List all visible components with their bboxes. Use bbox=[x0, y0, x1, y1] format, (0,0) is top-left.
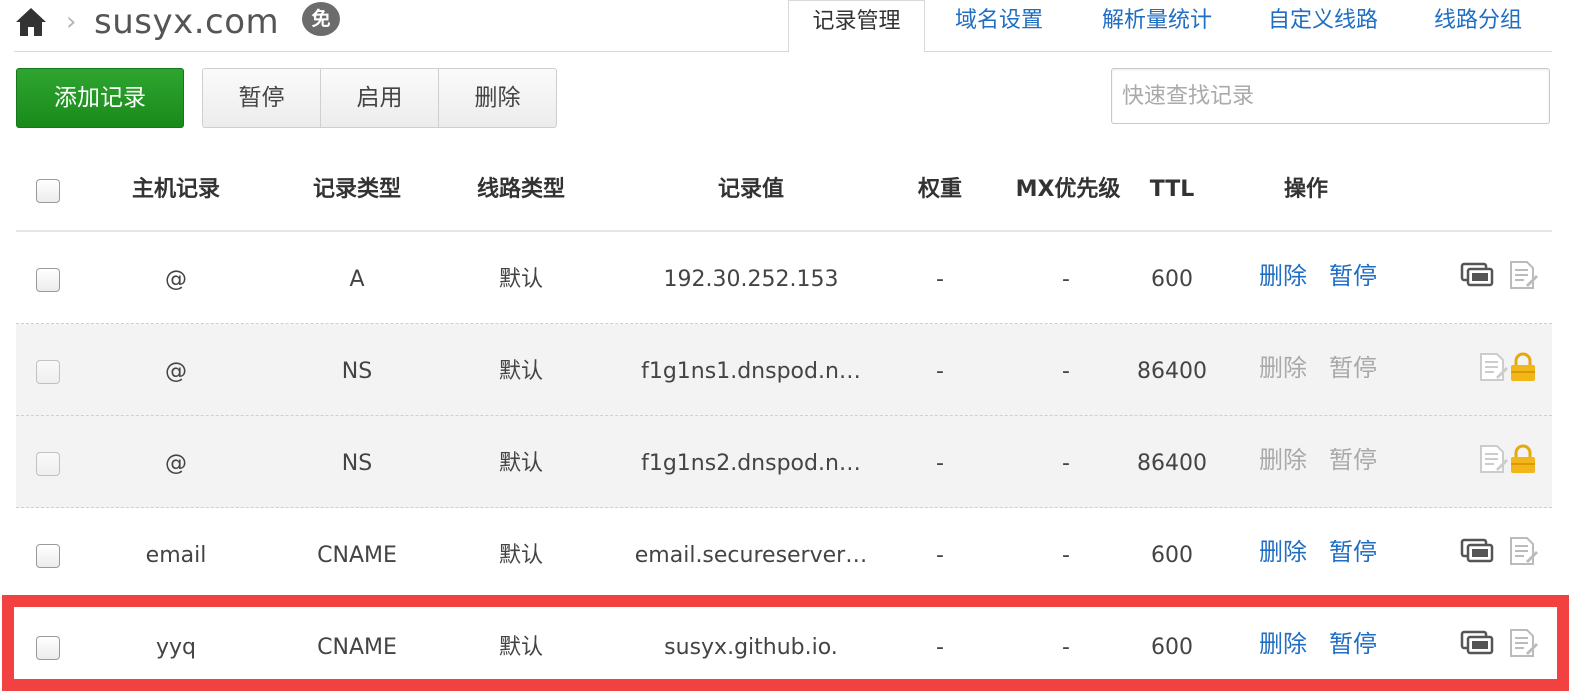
tab-bar: 记录管理 域名设置 解析量统计 自定义线路 线路分组 bbox=[788, 0, 1552, 53]
free-badge: 免 bbox=[302, 2, 340, 36]
row-checkbox[interactable] bbox=[36, 636, 60, 660]
row-checkbox[interactable] bbox=[36, 544, 60, 568]
monitor-icon[interactable] bbox=[1460, 536, 1494, 566]
mx-cell: - bbox=[1062, 635, 1070, 660]
row-pause-link[interactable]: 暂停 bbox=[1329, 508, 1377, 600]
ttl-cell: 86400 bbox=[1137, 451, 1207, 476]
note-icon[interactable] bbox=[1506, 260, 1540, 290]
note-icon[interactable] bbox=[1506, 536, 1540, 566]
value-cell: f1g1ns2.dnspod.n… bbox=[641, 451, 861, 476]
add-record-button[interactable]: 添加记录 bbox=[16, 68, 184, 128]
row-checkbox bbox=[36, 452, 60, 476]
row-pause-link-disabled: 暂停 bbox=[1329, 354, 1377, 382]
value-cell: 192.30.252.153 bbox=[663, 267, 839, 292]
tab-custom-lines[interactable]: 自定义线路 bbox=[1254, 0, 1392, 52]
row-pause-link[interactable]: 暂停 bbox=[1329, 600, 1377, 692]
value-cell: email.secureserver… bbox=[634, 543, 868, 568]
select-all-checkbox[interactable] bbox=[36, 179, 60, 203]
monitor-icon[interactable] bbox=[1460, 628, 1494, 658]
table-header: 主机记录 记录类型 线路类型 记录值 权重 MX优先级 TTL 操作 bbox=[16, 148, 1552, 232]
lock-icon bbox=[1511, 352, 1535, 381]
row-delete-link[interactable]: 删除 bbox=[1259, 508, 1307, 600]
line-cell: 默认 bbox=[498, 543, 543, 568]
value-cell: f1g1ns1.dnspod.n… bbox=[641, 359, 861, 384]
type-cell: CNAME bbox=[317, 543, 397, 568]
row-checkbox[interactable] bbox=[36, 268, 60, 292]
lock-icon bbox=[1511, 444, 1535, 473]
mx-cell: - bbox=[1062, 359, 1070, 384]
host-cell: email bbox=[145, 543, 207, 568]
type-cell: CNAME bbox=[317, 635, 397, 660]
delete-button[interactable]: 删除 bbox=[439, 69, 556, 127]
monitor-icon[interactable] bbox=[1460, 260, 1494, 290]
col-type: 记录类型 bbox=[312, 177, 401, 202]
host-cell: @ bbox=[165, 451, 187, 476]
row-delete-link[interactable]: 删除 bbox=[1259, 600, 1307, 692]
host-cell: @ bbox=[165, 267, 187, 292]
col-mx: MX优先级 bbox=[1015, 177, 1121, 202]
host-cell: @ bbox=[165, 359, 187, 384]
weight-cell: - bbox=[936, 543, 944, 568]
line-cell: 默认 bbox=[498, 359, 543, 384]
table-row: @ NS 默认 f1g1ns1.dnspod.n… - - 86400 删除 暂… bbox=[16, 324, 1552, 416]
ttl-cell: 600 bbox=[1151, 543, 1193, 568]
table-row: email CNAME 默认 email.secureserver… - - 6… bbox=[16, 508, 1552, 600]
value-cell: susyx.github.io. bbox=[664, 635, 838, 660]
mx-cell: - bbox=[1062, 451, 1070, 476]
enable-button[interactable]: 启用 bbox=[321, 69, 439, 127]
line-cell: 默认 bbox=[498, 635, 543, 660]
tab-resolve-stats[interactable]: 解析量统计 bbox=[1084, 0, 1230, 52]
line-cell: 默认 bbox=[498, 267, 543, 292]
tab-line-groups[interactable]: 线路分组 bbox=[1420, 0, 1536, 52]
type-cell: NS bbox=[341, 359, 373, 384]
ttl-cell: 86400 bbox=[1137, 359, 1207, 384]
table-row: yyq CNAME 默认 susyx.github.io. - - 600 删除… bbox=[16, 600, 1552, 692]
col-ttl: TTL bbox=[1149, 177, 1195, 202]
col-line: 线路类型 bbox=[476, 177, 565, 202]
row-delete-link-disabled: 删除 bbox=[1259, 446, 1307, 474]
records-table: 主机记录 记录类型 线路类型 记录值 权重 MX优先级 TTL 操作 @ A 默… bbox=[16, 148, 1552, 692]
breadcrumb-separator: › bbox=[66, 7, 77, 37]
type-cell: NS bbox=[341, 451, 373, 476]
pause-button[interactable]: 暂停 bbox=[203, 69, 321, 127]
table-row: @ NS 默认 f1g1ns2.dnspod.n… - - 86400 删除 暂… bbox=[16, 416, 1552, 508]
note-icon bbox=[1480, 445, 1508, 473]
bulk-action-group: 暂停 启用 删除 bbox=[202, 68, 557, 128]
row-checkbox bbox=[36, 360, 60, 384]
type-cell: A bbox=[349, 267, 365, 292]
host-cell: yyq bbox=[155, 635, 196, 660]
row-delete-link-disabled: 删除 bbox=[1259, 354, 1307, 382]
col-host: 主机记录 bbox=[131, 177, 220, 202]
weight-cell: - bbox=[936, 359, 944, 384]
ttl-cell: 600 bbox=[1151, 267, 1193, 292]
row-pause-link-disabled: 暂停 bbox=[1329, 446, 1377, 474]
table-row: @ A 默认 192.30.252.153 - - 600 删除 暂停 bbox=[16, 232, 1552, 324]
ttl-cell: 600 bbox=[1151, 635, 1193, 660]
mx-cell: - bbox=[1062, 543, 1070, 568]
col-value: 记录值 bbox=[717, 177, 784, 202]
tab-record-management[interactable]: 记录管理 bbox=[788, 0, 925, 53]
home-icon[interactable] bbox=[14, 6, 48, 38]
mx-cell: - bbox=[1062, 267, 1070, 292]
note-icon bbox=[1480, 353, 1508, 381]
tab-domain-settings[interactable]: 域名设置 bbox=[936, 0, 1062, 52]
col-actions: 操作 bbox=[1283, 177, 1328, 202]
domain-title: susyx.com bbox=[94, 2, 280, 42]
row-pause-link[interactable]: 暂停 bbox=[1329, 232, 1377, 324]
col-weight: 权重 bbox=[917, 177, 962, 202]
weight-cell: - bbox=[936, 267, 944, 292]
note-icon[interactable] bbox=[1506, 628, 1540, 658]
weight-cell: - bbox=[936, 451, 944, 476]
row-delete-link[interactable]: 删除 bbox=[1259, 232, 1307, 324]
search-input[interactable] bbox=[1111, 68, 1550, 124]
header-divider bbox=[14, 51, 788, 52]
line-cell: 默认 bbox=[498, 451, 543, 476]
weight-cell: - bbox=[936, 635, 944, 660]
header: › susyx.com 免 记录管理 域名设置 解析量统计 自定义线路 线路分组 bbox=[0, 0, 1572, 53]
